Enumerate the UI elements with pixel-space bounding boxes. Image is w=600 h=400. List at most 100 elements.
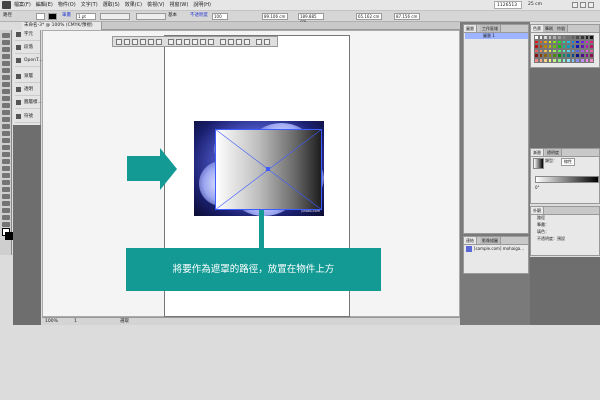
opacity-label[interactable]: 不透明度	[190, 12, 208, 20]
pathfinder-minus-icon[interactable]	[228, 39, 234, 45]
perspective-grid-tool-icon[interactable]	[2, 152, 10, 157]
layer-row[interactable]: 圖層 1	[465, 33, 528, 39]
menu-edit[interactable]: 編輯(E)	[36, 1, 53, 9]
align-center-icon[interactable]	[124, 39, 130, 45]
zoom-tool-icon[interactable]	[2, 222, 10, 227]
stroke-color-swatch[interactable]	[5, 232, 13, 240]
scale-tool-icon[interactable]	[2, 124, 10, 129]
tab-links[interactable]: 連結	[464, 237, 477, 244]
search-input[interactable]: 1126513	[494, 1, 522, 9]
graph-tool-icon[interactable]	[2, 194, 10, 199]
maximize-icon[interactable]	[580, 2, 586, 8]
fill-swatch[interactable]	[36, 13, 45, 20]
distribute-right-icon[interactable]	[208, 39, 214, 45]
tab-layers[interactable]: 圖層	[464, 25, 477, 32]
align-top-icon[interactable]	[140, 39, 146, 45]
line-tool-icon[interactable]	[2, 75, 10, 80]
menu-file[interactable]: 檔案(F)	[14, 1, 31, 9]
transform-icon[interactable]	[256, 39, 262, 45]
tab-appearance[interactable]: 外觀	[531, 207, 544, 214]
hand-tool-icon[interactable]	[2, 215, 10, 220]
type-tool-icon[interactable]	[2, 68, 10, 73]
menu-help[interactable]: 說明(H)	[193, 1, 211, 9]
magic-wand-tool-icon[interactable]	[2, 47, 10, 52]
pencil-tool-icon[interactable]	[2, 96, 10, 101]
width-field[interactable]: 65.162 cm	[356, 13, 382, 20]
pen-tool-icon[interactable]	[2, 61, 10, 66]
tab-image-trace[interactable]: 影像描圖	[480, 237, 501, 244]
tab-symbols[interactable]: 符號	[555, 25, 568, 32]
variable-width-select[interactable]	[100, 13, 130, 20]
status-page[interactable]: 1	[74, 318, 77, 325]
rotate-tool-icon[interactable]	[2, 117, 10, 122]
stroke-label[interactable]: 筆畫	[62, 12, 71, 20]
slice-tool-icon[interactable]	[2, 208, 10, 213]
mesh-tool-icon[interactable]	[2, 159, 10, 164]
panel-symbols[interactable]: 符號	[15, 112, 40, 123]
menu-window[interactable]: 視窗(W)	[169, 1, 188, 9]
width-tool-icon[interactable]	[2, 131, 10, 136]
menu-effect[interactable]: 效果(C)	[125, 1, 142, 9]
menu-type[interactable]: 文字(T)	[81, 1, 98, 9]
panel-graphic-styles[interactable]: 圖層樣...	[15, 98, 42, 109]
menu-view[interactable]: 檢視(V)	[147, 1, 164, 9]
status-zoom[interactable]: 100%	[45, 318, 58, 325]
distribute-center-icon[interactable]	[200, 39, 206, 45]
symbol-sprayer-tool-icon[interactable]	[2, 187, 10, 192]
stroke-weight-field[interactable]: 1 pt	[76, 13, 96, 20]
tab-artboards[interactable]: 工作區域	[480, 25, 501, 32]
reflect-icon[interactable]	[264, 39, 270, 45]
pathfinder-intersect-icon[interactable]	[236, 39, 242, 45]
selection-tool-icon[interactable]	[2, 33, 10, 38]
panel-transparency[interactable]: 透明	[15, 85, 40, 96]
panel-character[interactable]: 字元	[15, 30, 40, 41]
eraser-tool-icon[interactable]	[2, 110, 10, 115]
panel-opentype[interactable]: OpenT...	[15, 56, 43, 67]
color-swatch[interactable]	[589, 57, 594, 63]
blend-tool-icon[interactable]	[2, 180, 10, 185]
stroke-swatch[interactable]	[48, 13, 57, 20]
appearance-opacity-row[interactable]: 不透明度：預設	[537, 236, 565, 242]
x-field[interactable]: 89.106 cm	[262, 13, 288, 20]
gradient-slider[interactable]	[535, 176, 599, 183]
distribute-bottom-icon[interactable]	[184, 39, 190, 45]
shape-builder-tool-icon[interactable]	[2, 145, 10, 150]
height-field[interactable]: 87.156 cm	[394, 13, 420, 20]
close-icon[interactable]	[588, 2, 594, 8]
brush-select[interactable]	[136, 13, 166, 20]
y-field[interactable]: 189.885 cm	[298, 13, 324, 24]
paintbrush-tool-icon[interactable]	[2, 89, 10, 94]
align-left-icon[interactable]	[116, 39, 122, 45]
minimize-icon[interactable]	[572, 2, 578, 8]
workspace-zoom[interactable]: 25 cm	[528, 1, 542, 9]
distribute-left-icon[interactable]	[192, 39, 198, 45]
gradient-rectangle-path[interactable]	[215, 129, 322, 210]
rectangle-tool-icon[interactable]	[2, 82, 10, 87]
menu-select[interactable]: 選取(S)	[103, 1, 120, 9]
gradient-type-select[interactable]: 線性	[561, 158, 575, 166]
pathfinder-exclude-icon[interactable]	[244, 39, 250, 45]
align-middle-icon[interactable]	[148, 39, 154, 45]
eyedropper-tool-icon[interactable]	[2, 173, 10, 178]
gradient-angle[interactable]: 0°	[535, 185, 540, 191]
free-transform-tool-icon[interactable]	[2, 138, 10, 143]
distribute-top-icon[interactable]	[168, 39, 174, 45]
menu-object[interactable]: 物件(O)	[58, 1, 76, 9]
appearance-fill-row[interactable]: 填色：	[537, 229, 549, 235]
gradient-preview-swatch[interactable]	[533, 158, 544, 169]
document-tab[interactable]: 未命名-3* @ 100% (CMYK/預視)	[22, 22, 102, 30]
gradient-tool-icon[interactable]	[2, 166, 10, 171]
pathfinder-unite-icon[interactable]	[220, 39, 226, 45]
appearance-stroke-row[interactable]: 筆畫：	[537, 222, 549, 228]
align-bottom-icon[interactable]	[156, 39, 162, 45]
direct-selection-tool-icon[interactable]	[2, 40, 10, 45]
align-right-icon[interactable]	[132, 39, 138, 45]
lasso-tool-icon[interactable]	[2, 54, 10, 59]
artboard-tool-icon[interactable]	[2, 201, 10, 206]
tab-gradient[interactable]: 漸層	[531, 149, 544, 156]
panel-paragraph[interactable]: 段落	[15, 43, 40, 54]
link-item[interactable]: [sample.com] mohaiga...	[474, 246, 524, 252]
distribute-middle-icon[interactable]	[176, 39, 182, 45]
opacity-field[interactable]: 100	[212, 13, 228, 20]
blob-brush-tool-icon[interactable]	[2, 103, 10, 108]
